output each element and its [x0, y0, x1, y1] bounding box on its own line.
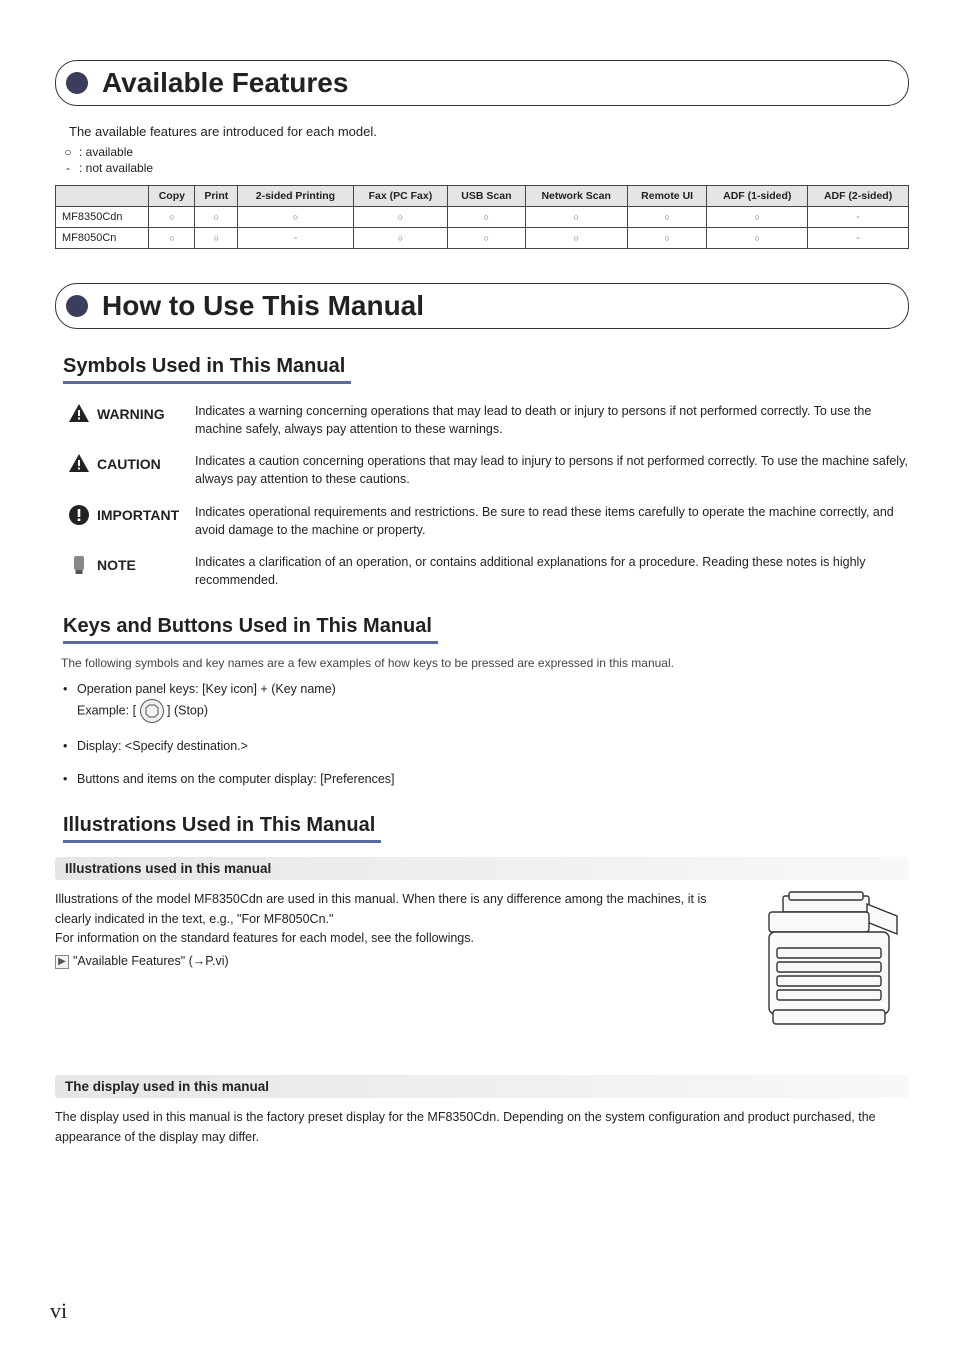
key-example-prefix: Example: [: [77, 703, 140, 717]
section-title: Available Features: [102, 67, 348, 99]
feature-cell: ○: [195, 207, 238, 228]
section-header-how-to-use: How to Use This Manual: [55, 283, 909, 329]
feature-cell: -: [808, 207, 909, 228]
table-row: MF8050Cn○○-○○○○○-: [56, 228, 909, 249]
symbol-label-text: NOTE: [97, 557, 136, 573]
illus-paragraph: Illustrations of the model MF8350Cdn are…: [55, 890, 735, 929]
table-row: MF8350Cdn○○○○○○○○-: [56, 207, 909, 228]
warning-icon: [67, 402, 91, 426]
table-header: ADF (2-sided): [808, 186, 909, 207]
printer-illustration: [749, 890, 909, 1045]
feature-cell: ○: [149, 207, 195, 228]
keys-intro: The following symbols and key names are …: [61, 656, 909, 670]
legend-available-symbol: ○: [61, 145, 75, 159]
symbol-row: WARNING Indicates a warning concerning op…: [55, 402, 909, 438]
bullet-dot-icon: [66, 72, 88, 94]
table-header: Network Scan: [525, 186, 627, 207]
feature-cell: ○: [627, 228, 707, 249]
list-item: Buttons and items on the computer displa…: [77, 770, 909, 789]
symbol-label-text: CAUTION: [97, 456, 161, 472]
table-header: 2-sided Printing: [238, 186, 353, 207]
symbol-label: WARNING: [55, 402, 195, 426]
feature-cell: ○: [353, 228, 448, 249]
feature-cell: ○: [525, 207, 627, 228]
legend-na-text: : not available: [79, 161, 153, 175]
feature-cell: ○: [238, 207, 353, 228]
feature-cell: ○: [195, 228, 238, 249]
symbol-label: CAUTION: [55, 452, 195, 476]
list-item: Operation panel keys: [Key icon] + (Key …: [77, 680, 909, 723]
section-title: How to Use This Manual: [102, 290, 424, 322]
symbol-row: IMPORTANT Indicates operational requireme…: [55, 503, 909, 539]
feature-cell: -: [238, 228, 353, 249]
feature-cell: ○: [448, 207, 525, 228]
crossref-arrow-icon: ▶: [55, 955, 69, 969]
feature-cell: ○: [448, 228, 525, 249]
page-number: vi: [50, 1298, 67, 1324]
table-header: Remote UI: [627, 186, 707, 207]
keys-list: Operation panel keys: [Key icon] + (Key …: [77, 680, 909, 788]
display-note: The display used in this manual is the f…: [55, 1108, 909, 1147]
illus-box1-title: Illustrations used in this manual: [55, 857, 909, 880]
illus-text: Illustrations of the model MF8350Cdn are…: [55, 890, 749, 972]
legend-available-text: : available: [79, 145, 133, 159]
subsection-title: Symbols Used in This Manual: [63, 355, 351, 384]
key-item-line1: Operation panel keys: [Key icon] + (Key …: [77, 682, 336, 696]
model-cell: MF8050Cn: [56, 228, 149, 249]
caution-icon: [67, 452, 91, 476]
symbol-row: CAUTION Indicates a caution concerning op…: [55, 452, 909, 488]
features-table: CopyPrint2-sided PrintingFax (PC Fax)USB…: [55, 185, 909, 249]
crossref: ▶ "Available Features" (→P.vi): [55, 952, 229, 971]
feature-cell: ○: [707, 207, 808, 228]
section-header-available-features: Available Features: [55, 60, 909, 106]
table-header: Print: [195, 186, 238, 207]
legend-na-symbol: -: [61, 161, 75, 175]
model-cell: MF8350Cdn: [56, 207, 149, 228]
table-header: [56, 186, 149, 207]
bullet-dot-icon: [66, 295, 88, 317]
symbol-label-text: IMPORTANT: [97, 507, 179, 523]
feature-cell: ○: [707, 228, 808, 249]
subsection-title: Illustrations Used in This Manual: [63, 814, 381, 843]
feature-cell: ○: [525, 228, 627, 249]
table-header: Copy: [149, 186, 195, 207]
key-example-suffix: ] (Stop): [167, 703, 208, 717]
subsection-keys: Keys and Buttons Used in This Manual: [55, 615, 909, 644]
illus-box2-title: The display used in this manual: [55, 1075, 909, 1098]
symbol-label-text: WARNING: [97, 406, 165, 422]
note-icon: [67, 553, 91, 577]
symbol-description: Indicates a clarification of an operatio…: [195, 553, 909, 589]
list-item: Display: <Specify destination.>: [77, 737, 909, 756]
crossref-text: "Available Features" (→P.vi): [73, 952, 229, 971]
feature-cell: -: [808, 228, 909, 249]
symbol-row: NOTE Indicates a clarification of an oper…: [55, 553, 909, 589]
symbol-label: IMPORTANT: [55, 503, 195, 527]
symbol-description: Indicates a warning concerning operation…: [195, 402, 909, 438]
table-header: Fax (PC Fax): [353, 186, 448, 207]
legend: ○ : available - : not available: [61, 145, 909, 175]
stop-icon: [140, 699, 164, 723]
symbol-description: Indicates a caution concerning operation…: [195, 452, 909, 488]
feature-cell: ○: [353, 207, 448, 228]
feature-cell: ○: [627, 207, 707, 228]
subsection-title: Keys and Buttons Used in This Manual: [63, 615, 438, 644]
symbol-label: NOTE: [55, 553, 195, 577]
illus-paragraph: For information on the standard features…: [55, 929, 735, 948]
features-intro: The available features are introduced fo…: [69, 124, 909, 139]
symbols-block: WARNING Indicates a warning concerning op…: [55, 402, 909, 589]
table-header: USB Scan: [448, 186, 525, 207]
subsection-symbols: Symbols Used in This Manual: [55, 355, 909, 384]
important-icon: [67, 503, 91, 527]
feature-cell: ○: [149, 228, 195, 249]
table-header: ADF (1-sided): [707, 186, 808, 207]
subsection-illustrations: Illustrations Used in This Manual: [55, 814, 909, 843]
symbol-description: Indicates operational requirements and r…: [195, 503, 909, 539]
